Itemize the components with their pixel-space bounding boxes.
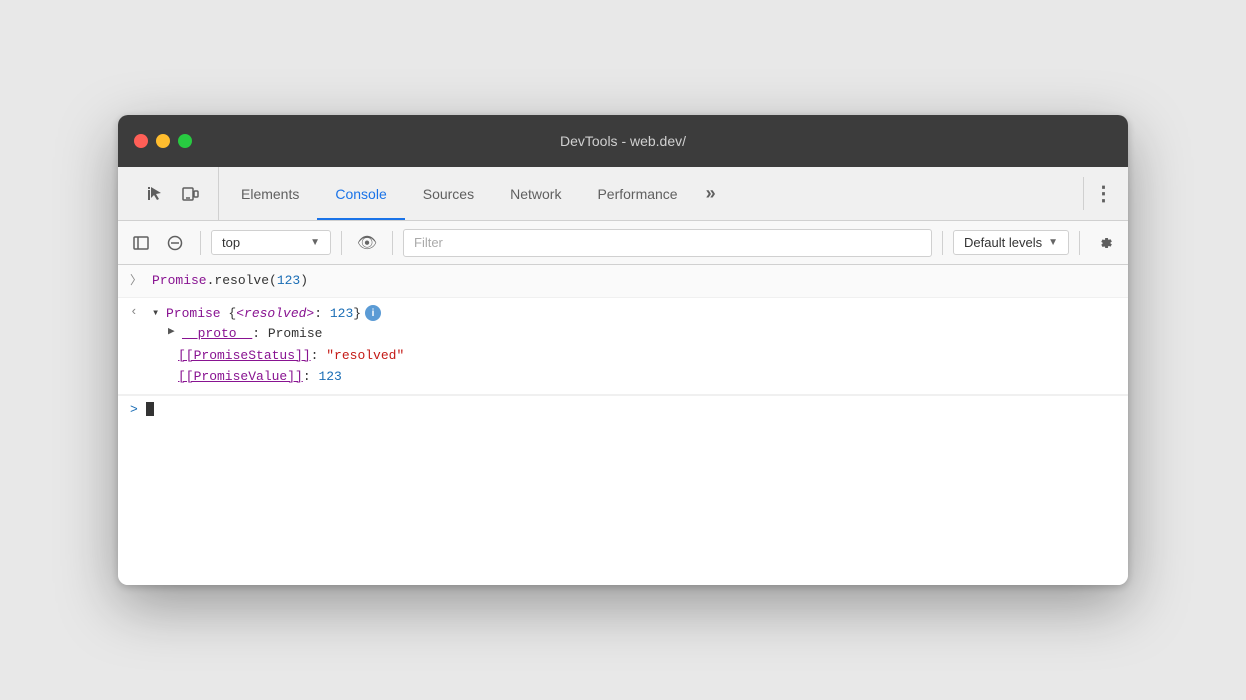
filter-input[interactable]: [403, 229, 932, 257]
tab-sources[interactable]: Sources: [405, 167, 492, 220]
open-brace: {: [221, 304, 237, 324]
toolbar-divider-5: [1079, 231, 1080, 255]
sidebar-toggle-button[interactable]: [126, 228, 156, 258]
proto-expand-arrow[interactable]: ▶: [168, 324, 178, 341]
proto-key[interactable]: __proto__: [182, 324, 252, 344]
more-tabs-button[interactable]: »: [696, 167, 726, 220]
expand-promise-arrow[interactable]: ▾: [152, 304, 162, 322]
value-123-resolved: 123: [330, 304, 353, 324]
tab-elements[interactable]: Elements: [223, 167, 317, 220]
close-button[interactable]: [134, 134, 148, 148]
context-dropdown-arrow: ▼: [310, 237, 320, 248]
output-back-arrow: ‹: [130, 304, 144, 319]
console-area: 〉 Promise.resolve(123) ‹ ▾ Promise { <re…: [118, 265, 1128, 585]
resolved-key: <resolved>: [236, 304, 314, 324]
promise-tree: ▶ __proto__ : Promise [[PromiseStatus]] …: [152, 323, 1116, 388]
status-spacer: [168, 346, 178, 366]
promise-label: Promise: [166, 304, 221, 324]
value-123-input: 123: [277, 273, 300, 288]
promise-value-row: [[PromiseValue]] : 123: [168, 366, 1116, 388]
colon-sep: :: [314, 304, 330, 324]
tab-bar: Elements Console Sources Network Perform…: [118, 167, 1128, 221]
tab-console[interactable]: Console: [317, 167, 404, 220]
tab-icons: [126, 167, 219, 220]
console-input-content: Promise.resolve(123): [152, 271, 1116, 291]
promise-status-value: "resolved": [326, 346, 404, 366]
device-icon[interactable]: [174, 178, 206, 210]
proto-row: ▶ __proto__ : Promise: [168, 323, 1116, 345]
promise-status-key: [[PromiseStatus]]: [178, 346, 311, 366]
status-colon: :: [311, 346, 327, 366]
proto-colon: : Promise: [252, 324, 322, 344]
dot-resolve: .resolve(: [207, 273, 277, 288]
toolbar-divider-2: [341, 231, 342, 255]
tab-network[interactable]: Network: [492, 167, 579, 220]
toolbar-divider-1: [200, 231, 201, 255]
close-brace: }: [353, 304, 361, 324]
devtools-window: DevTools - web.dev/ Elements Conso: [118, 115, 1128, 585]
live-expressions-button[interactable]: 👁: [352, 228, 382, 258]
toolbar-divider-3: [392, 231, 393, 255]
promise-header-row: ▾ Promise { <resolved> : 123 } i: [152, 304, 1116, 324]
tab-divider: [1083, 177, 1084, 210]
settings-button[interactable]: [1090, 228, 1120, 258]
console-toolbar: top ▼ 👁 Default levels ▼: [118, 221, 1128, 265]
input-chevron: 〉: [130, 271, 144, 288]
levels-dropdown-arrow: ▼: [1048, 237, 1058, 248]
tab-spacer: [726, 167, 1079, 220]
filter-area: [403, 229, 932, 257]
clear-console-button[interactable]: [160, 228, 190, 258]
inspect-icon[interactable]: [138, 178, 170, 210]
maximize-button[interactable]: [178, 134, 192, 148]
input-cursor: [146, 402, 154, 416]
promise-keyword: Promise: [152, 273, 207, 288]
console-entry-input: 〉 Promise.resolve(123): [118, 265, 1128, 298]
log-levels-button[interactable]: Default levels ▼: [953, 230, 1069, 255]
title-bar: DevTools - web.dev/: [118, 115, 1128, 167]
minimize-button[interactable]: [156, 134, 170, 148]
value-colon: :: [303, 367, 319, 387]
close-paren: ): [300, 273, 308, 288]
context-selector[interactable]: top ▼: [211, 230, 331, 255]
traffic-lights: [134, 134, 192, 148]
console-output-content: ▾ Promise { <resolved> : 123 } i ▶ __pro…: [152, 304, 1116, 388]
promise-status-row: [[PromiseStatus]] : "resolved": [168, 345, 1116, 367]
window-title: DevTools - web.dev/: [560, 133, 686, 149]
info-badge[interactable]: i: [365, 305, 381, 321]
promise-value-key: [[PromiseValue]]: [178, 367, 303, 387]
value-spacer: [168, 367, 178, 387]
promise-value-num: 123: [318, 367, 341, 387]
console-input-line[interactable]: >: [118, 395, 1128, 423]
input-prompt-symbol: >: [130, 402, 138, 417]
toolbar-divider-4: [942, 231, 943, 255]
tab-performance[interactable]: Performance: [579, 167, 695, 220]
console-entry-output: ‹ ▾ Promise { <resolved> : 123 } i: [118, 298, 1128, 395]
tab-menu-button[interactable]: ⋮: [1088, 167, 1120, 220]
